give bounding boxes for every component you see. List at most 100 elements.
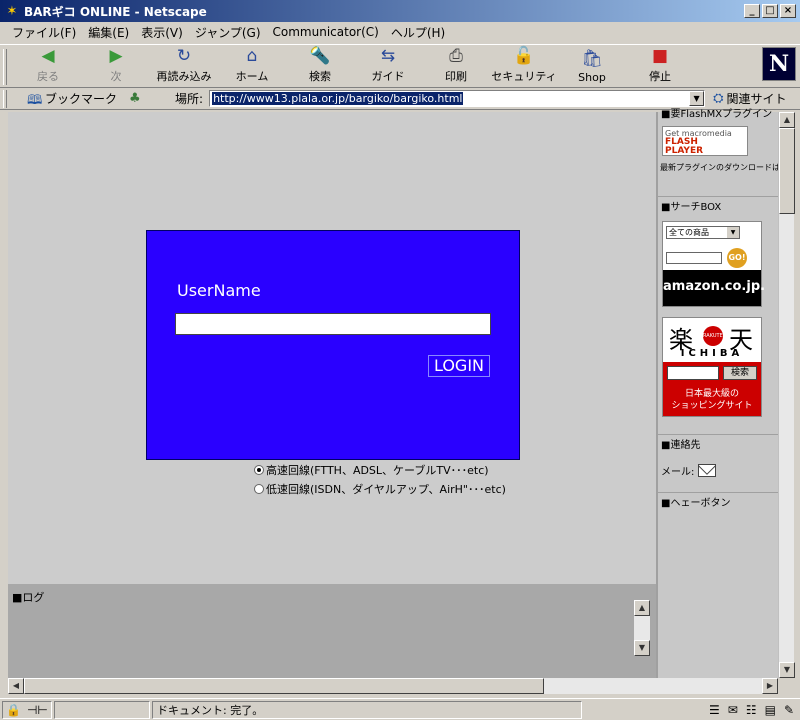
status-lock-icon: 🔒 — [6, 702, 21, 717]
search-button[interactable]: 🔦 検索 — [286, 45, 354, 87]
menu-view[interactable]: 表示(V) — [135, 24, 189, 41]
bookmarks-button[interactable]: 🕮 ブックマーク — [27, 90, 117, 108]
rakuten-search-panel: 検索 日本最大級の ショッピングサイト — [663, 362, 761, 416]
menu-bar: ファイル(F) 編集(E) 表示(V) ジャンプ(G) Communicator… — [0, 22, 800, 42]
amazon-go-button[interactable]: GO! — [727, 248, 747, 268]
mailbox-icon[interactable]: ✉ — [728, 703, 738, 717]
username-label: UserName — [177, 281, 261, 300]
flash-section-title: ■要FlashMXプラグイン — [661, 109, 773, 120]
mail-envelope-icon[interactable] — [698, 464, 717, 477]
rakuten-tagline: 日本最大級の ショッピングサイト — [671, 389, 753, 411]
login-button[interactable]: LOGIN — [428, 355, 490, 377]
home-button[interactable]: ⌂ ホーム — [218, 45, 286, 87]
window-title: BARギコ ONLINE - Netscape — [24, 4, 207, 19]
forward-button[interactable]: ▶ 次 — [82, 45, 150, 87]
connection-plug-icon: ⊣⊢ — [26, 702, 48, 717]
amazon-logo[interactable]: amazon.co.jp. — [663, 270, 765, 306]
amazon-category-select[interactable]: 全ての商品 ▼ — [666, 226, 740, 239]
shop-button[interactable]: 🛍 Shop — [558, 45, 626, 87]
amazon-search-box: 全ての商品 ▼ GO! amazon.co.jp. — [662, 221, 765, 307]
close-button[interactable]: × — [780, 4, 796, 18]
mail-row: メール: — [658, 453, 780, 478]
flash-section: ■要FlashMXプラグイン Get macromedia FLASH PLAY… — [658, 108, 780, 173]
stop-icon: ■ — [651, 46, 669, 66]
connection-option-slow[interactable]: 低速回線(ISDN、ダイヤルアップ、AirH"･･･etc) — [254, 481, 506, 497]
reload-button[interactable]: ↻ 再読み込み — [150, 45, 218, 87]
related-sites-icon: ⛭ — [713, 91, 724, 106]
amazon-dropdown-arrow-icon: ▼ — [727, 227, 739, 238]
navigation-toolbar: ◀ 戻る ▶ 次 ↻ 再読み込み ⌂ ホーム 🔦 検索 ⇆ ガイド ⎙ 印刷 🔓 セキュリティ … — [0, 44, 800, 88]
netscape-app-icon[interactable]: ✶ — [4, 3, 20, 19]
rakuten-search-button[interactable]: 検索 — [723, 366, 757, 380]
print-button[interactable]: ⎙ 印刷 — [422, 45, 490, 87]
page-proxy-icon[interactable]: ♣ — [129, 91, 145, 106]
log-frame: ■ログ ▲ ▼ — [8, 584, 656, 678]
connection-option-fast[interactable]: 高速回線(FTTH、ADSL、ケーブルTV･･･etc) — [254, 462, 489, 478]
contact-section: ■連絡先 メール: — [658, 434, 780, 478]
back-arrow-icon: ◀ — [41, 46, 55, 66]
menu-file[interactable]: ファイル(F) — [6, 24, 82, 41]
log-scroll-down-icon[interactable]: ▼ — [634, 640, 650, 656]
location-label: 場所: — [175, 92, 204, 106]
forward-arrow-icon: ▶ — [109, 46, 123, 66]
url-dropdown-arrow-icon[interactable]: ▼ — [689, 91, 705, 106]
radio-fast[interactable] — [254, 465, 264, 475]
page-content: UserName LOGIN 高速回線(FTTH、ADSL、ケーブルTV･･･e… — [8, 109, 784, 678]
reload-icon: ↻ — [176, 46, 192, 66]
security-status[interactable]: 🔒 ⊣⊢ — [2, 700, 52, 719]
rakuten-ichiba-label: ICHIBA — [680, 348, 744, 359]
rakuten-search-input[interactable] — [667, 366, 719, 380]
bookmark-icon: 🕮 — [27, 92, 43, 108]
back-button[interactable]: ◀ 戻る — [14, 45, 82, 87]
menu-edit[interactable]: 編集(E) — [82, 24, 135, 41]
navigator-icon[interactable]: ☰ — [709, 703, 720, 717]
security-lock-icon: 🔓 — [513, 46, 535, 66]
scroll-right-icon[interactable]: ▶ — [762, 678, 778, 694]
menu-help[interactable]: ヘルプ(H) — [385, 24, 451, 41]
horizontal-scroll-thumb[interactable] — [24, 678, 544, 694]
search-section-title: ■サーチBOX — [661, 202, 722, 213]
get-flash-player-link[interactable]: Get macromedia FLASH PLAYER — [662, 126, 748, 156]
composer-icon[interactable]: ✎ — [784, 703, 794, 717]
security-button[interactable]: 🔓 セキュリティ — [490, 45, 558, 87]
netscape-logo[interactable]: N — [762, 47, 796, 81]
vertical-scroll-thumb[interactable] — [779, 128, 795, 214]
progress-meter — [54, 700, 150, 719]
username-input[interactable] — [175, 313, 491, 335]
toolbar-grip[interactable] — [3, 49, 7, 85]
login-panel: UserName LOGIN — [146, 230, 520, 460]
related-sites-button[interactable]: ⛭ 関連サイト — [713, 90, 786, 107]
menu-go[interactable]: ジャンプ(G) — [189, 24, 267, 41]
scroll-left-icon[interactable]: ◀ — [8, 678, 24, 694]
rakuten-logo-dot: RAKUTEN — [703, 326, 726, 346]
page-vertical-scrollbar[interactable]: ▲ ▼ — [778, 112, 795, 678]
stop-button[interactable]: ■ 停止 — [626, 45, 694, 87]
status-text: ドキュメント: 完了。 — [152, 700, 582, 719]
component-bar: ☰ ✉ ☷ ▤ ✎ — [709, 703, 794, 717]
newsgroups-icon[interactable]: ☷ — [746, 703, 757, 717]
url-text: http://www13.plala.or.jp/bargiko/bargiko… — [212, 92, 464, 105]
location-grip[interactable] — [3, 89, 7, 108]
page-horizontal-scrollbar[interactable]: ◀ ▶ — [8, 678, 778, 694]
scroll-up-icon[interactable]: ▲ — [779, 112, 795, 128]
amazon-search-input[interactable] — [666, 252, 722, 264]
maximize-button[interactable]: □ — [762, 4, 778, 18]
print-icon: ⎙ — [449, 46, 463, 66]
radio-slow[interactable] — [254, 484, 264, 494]
url-input[interactable]: http://www13.plala.or.jp/bargiko/bargiko… — [209, 90, 706, 107]
menu-communicator[interactable]: Communicator(C) — [267, 25, 385, 39]
search-icon: 🔦 — [309, 46, 331, 66]
guide-button[interactable]: ⇆ ガイド — [354, 45, 422, 87]
log-scrollbar[interactable]: ▲ ▼ — [634, 600, 650, 656]
log-title: ■ログ — [12, 591, 45, 604]
log-scroll-up-icon[interactable]: ▲ — [634, 600, 650, 616]
hey-button-section: ■ヘェーボタン — [658, 492, 780, 511]
minimize-button[interactable]: _ — [744, 4, 760, 18]
address-book-icon[interactable]: ▤ — [765, 703, 776, 717]
location-toolbar: 🕮 ブックマーク ♣ 場所: http://www13.plala.or.jp/… — [0, 88, 800, 110]
scroll-down-icon[interactable]: ▼ — [779, 662, 795, 678]
status-bar: 🔒 ⊣⊢ ドキュメント: 完了。 ☰ ✉ ☷ ▤ ✎ — [0, 698, 800, 720]
main-frame: UserName LOGIN 高速回線(FTTH、ADSL、ケーブルTV･･･e… — [8, 112, 656, 584]
guide-icon: ⇆ — [380, 46, 396, 66]
rakuten-search-box: 楽 RAKUTEN 天 ICHIBA 検索 日本最大級の ショッピングサイト — [662, 317, 762, 417]
